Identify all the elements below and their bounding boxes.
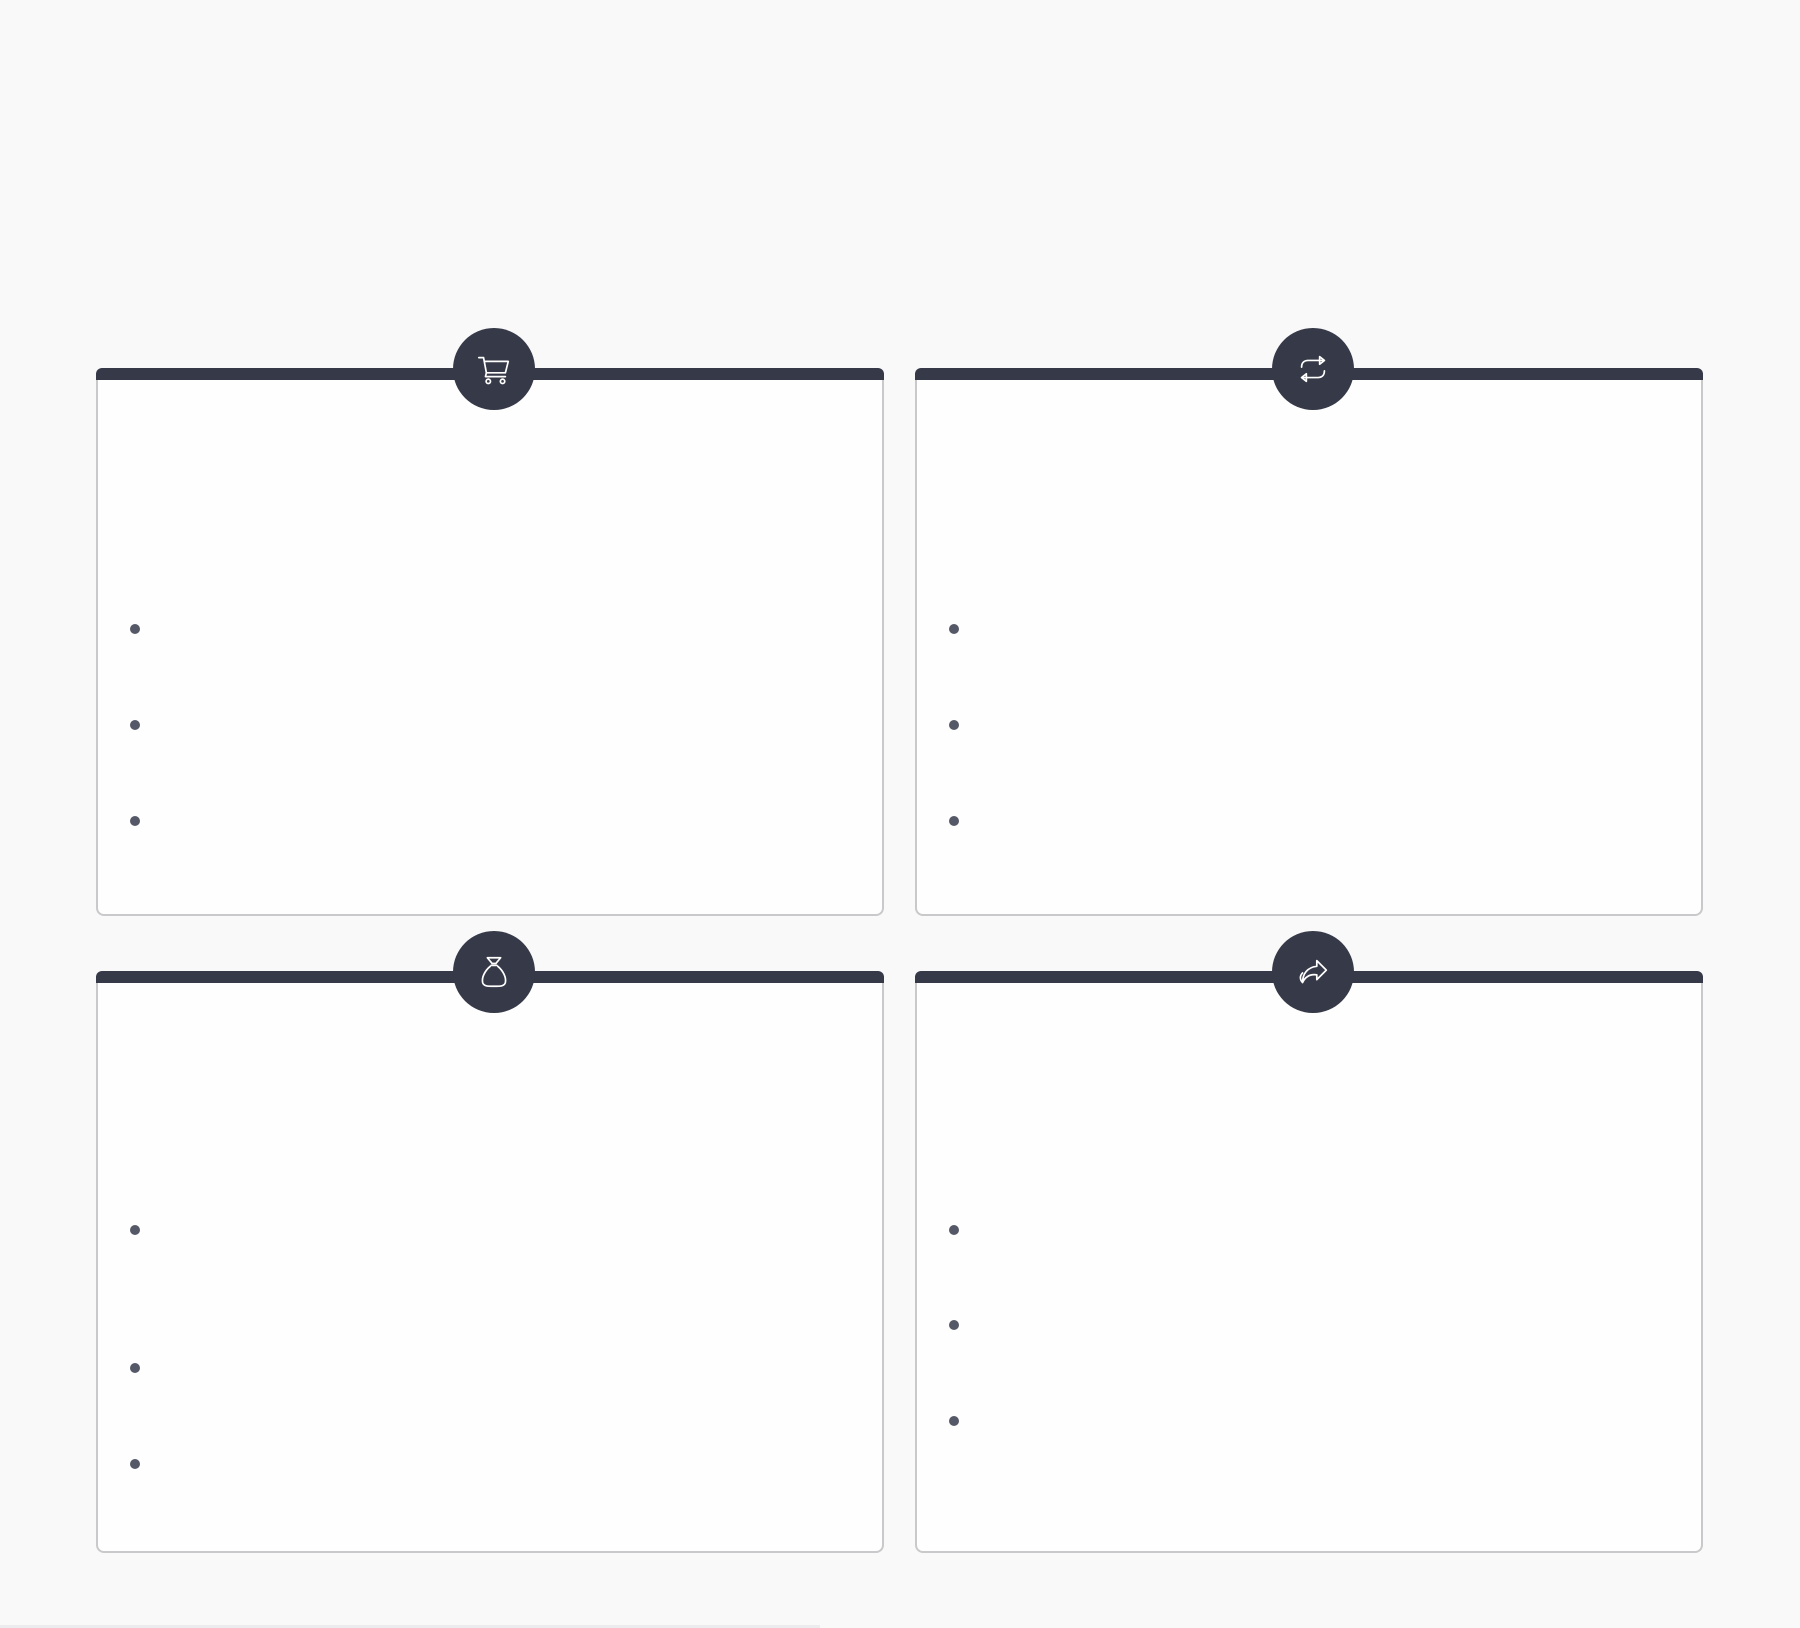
list-item-text bbox=[158, 1215, 842, 1216]
list-item bbox=[949, 710, 1661, 740]
list-item-text bbox=[158, 614, 842, 615]
bullet-icon bbox=[130, 624, 140, 634]
card-list bbox=[98, 380, 882, 914]
list-item bbox=[949, 1310, 1661, 1340]
list-item bbox=[130, 1449, 842, 1479]
card-recurring bbox=[915, 328, 1703, 916]
bullet-icon bbox=[130, 1225, 140, 1235]
list-item bbox=[130, 614, 842, 644]
list-item bbox=[130, 806, 842, 836]
list-item bbox=[949, 806, 1661, 836]
list-item-text bbox=[977, 1406, 1661, 1407]
bullet-icon bbox=[949, 1320, 959, 1330]
list-item-text bbox=[977, 710, 1661, 711]
list-item bbox=[130, 710, 842, 740]
bullet-icon bbox=[949, 624, 959, 634]
list-item-text bbox=[977, 806, 1661, 807]
page bbox=[0, 0, 1800, 1628]
page-title bbox=[95, 120, 1705, 121]
bullet-icon bbox=[130, 1459, 140, 1469]
list-item bbox=[949, 1215, 1661, 1245]
list-item-text bbox=[158, 1353, 842, 1354]
card-money bbox=[96, 931, 884, 1553]
list-item-text bbox=[158, 710, 842, 711]
list-item bbox=[130, 1353, 842, 1383]
list-item-text bbox=[977, 614, 1661, 615]
card-shopping bbox=[96, 328, 884, 916]
bullet-icon bbox=[949, 1225, 959, 1235]
list-item bbox=[949, 1406, 1661, 1436]
bullet-icon bbox=[130, 720, 140, 730]
card-list bbox=[917, 380, 1701, 914]
bullet-icon bbox=[949, 720, 959, 730]
list-item bbox=[130, 1215, 842, 1245]
list-item-text bbox=[158, 1449, 842, 1450]
bullet-icon bbox=[130, 1363, 140, 1373]
list-item-text bbox=[158, 806, 842, 807]
bullet-icon bbox=[949, 816, 959, 826]
card-list bbox=[917, 983, 1701, 1551]
card-share bbox=[915, 931, 1703, 1553]
bullet-icon bbox=[949, 1416, 959, 1426]
list-item-text bbox=[977, 1310, 1661, 1311]
list-item bbox=[949, 614, 1661, 644]
bullet-icon bbox=[130, 816, 140, 826]
list-item-text bbox=[977, 1215, 1661, 1216]
card-list bbox=[98, 983, 882, 1551]
